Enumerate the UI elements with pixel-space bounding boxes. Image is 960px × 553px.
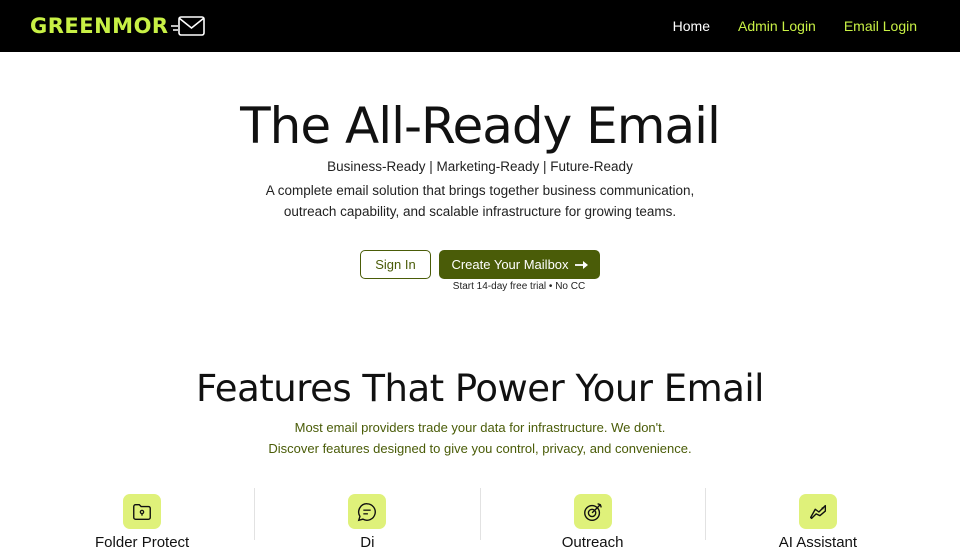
logo[interactable]: GREENMOR (30, 14, 205, 38)
chat-bubble-icon (348, 494, 387, 529)
feature-card[interactable]: Di (254, 488, 479, 551)
navbar: GREENMOR Home Admin Login Email Login (0, 0, 960, 52)
arrow-right-icon (574, 260, 588, 269)
features-subtitle-line1: Most email providers trade your data for… (294, 420, 666, 435)
features-subtitle: Most email providers trade your data for… (0, 417, 960, 459)
cta-row: Sign In Create Your Mailbox (360, 250, 600, 279)
feature-card[interactable]: AI Assistant (704, 488, 930, 551)
nav-home-link[interactable]: Home (673, 18, 710, 34)
feature-label: Folder Protect (95, 534, 190, 551)
feature-label: Di (360, 534, 375, 551)
nav-admin-login-link[interactable]: Admin Login (738, 18, 816, 34)
feature-label: AI Assistant (778, 534, 858, 551)
feature-card[interactable]: Folder Protect (30, 488, 254, 551)
hero-tagline: Business-Ready | Marketing-Ready | Futur… (327, 159, 633, 174)
logo-text: GREENMOR (30, 14, 169, 38)
nav-email-login-link[interactable]: Email Login (844, 18, 917, 34)
hero-title: The All-Ready Email (240, 97, 721, 155)
features-title: Features That Power Your Email (196, 367, 764, 410)
ai-assist-icon (798, 494, 837, 529)
sign-in-button[interactable]: Sign In (360, 250, 431, 279)
feature-cards: Folder Protect Di Outreach AI Assistant (30, 488, 930, 551)
nav-links: Home Admin Login Email Login (673, 0, 917, 52)
feature-card[interactable]: Outreach (479, 488, 705, 551)
sign-in-label: Sign In (375, 257, 416, 272)
target-icon (573, 494, 612, 529)
features-subtitle-line2: Discover features designed to give you c… (268, 441, 692, 456)
envelope-icon (170, 16, 205, 36)
create-mailbox-button[interactable]: Create Your Mailbox (439, 250, 600, 279)
feature-label: Outreach (561, 534, 624, 551)
trial-note: Start 14-day free trial • No CC (452, 281, 586, 292)
create-mailbox-label: Create Your Mailbox (451, 257, 569, 272)
folder-lock-icon (123, 494, 162, 529)
hero-description: A complete email solution that brings to… (265, 183, 695, 219)
